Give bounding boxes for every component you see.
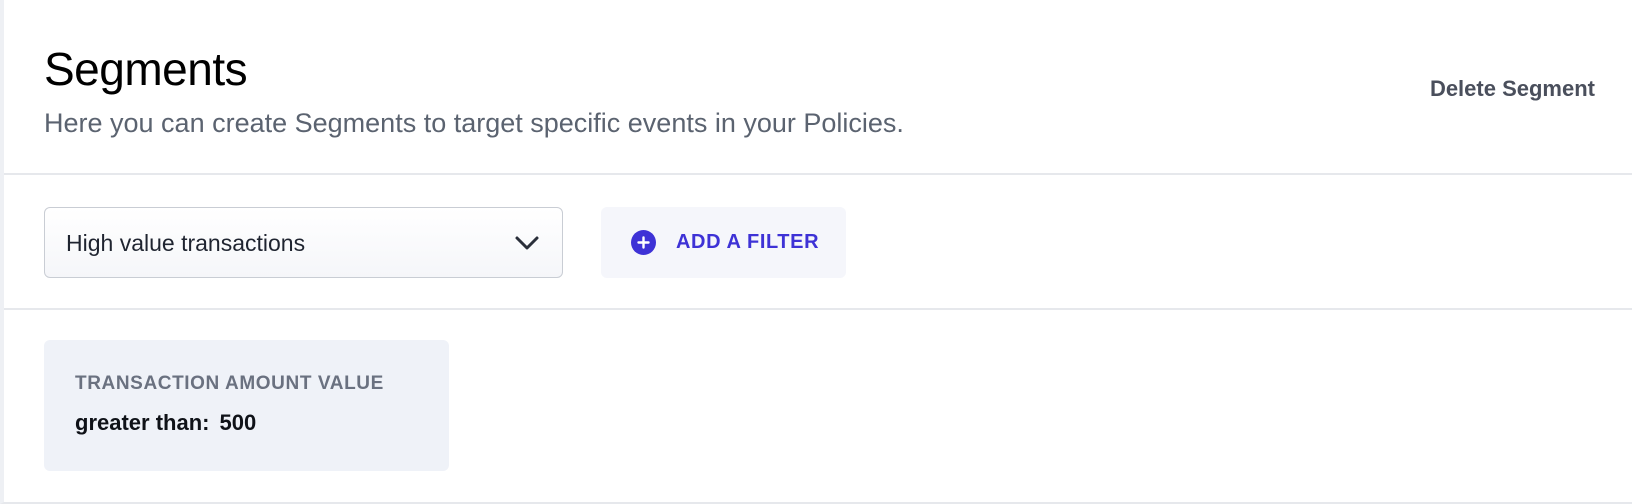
add-filter-button[interactable]: ADD A FILTER [601, 207, 846, 278]
add-filter-label: ADD A FILTER [676, 231, 820, 253]
delete-segment-button[interactable]: Delete Segment [1430, 76, 1595, 102]
segment-select-value: High value transactions [66, 230, 306, 256]
filter-card[interactable]: TRANSACTION AMOUNT VALUE greater than: 50… [44, 340, 449, 471]
segment-toolbar: High value transactions ADD A FILTER [4, 175, 1632, 310]
page-subtitle: Here you can create Segments to target s… [44, 108, 904, 138]
page-header: Segments Here you can create Segments to… [4, 0, 1632, 175]
plus-circle-icon [631, 230, 656, 255]
filter-operator: greater than: [75, 410, 210, 435]
chevron-down-icon [515, 236, 539, 250]
filter-condition: greater than: 500 [75, 410, 266, 436]
page-title: Segments [44, 43, 248, 95]
filter-field-label: TRANSACTION AMOUNT VALUE [75, 373, 384, 394]
segments-page: Segments Here you can create Segments to… [0, 0, 1632, 504]
segment-select[interactable]: High value transactions [44, 207, 563, 278]
filter-value: 500 [219, 410, 257, 435]
